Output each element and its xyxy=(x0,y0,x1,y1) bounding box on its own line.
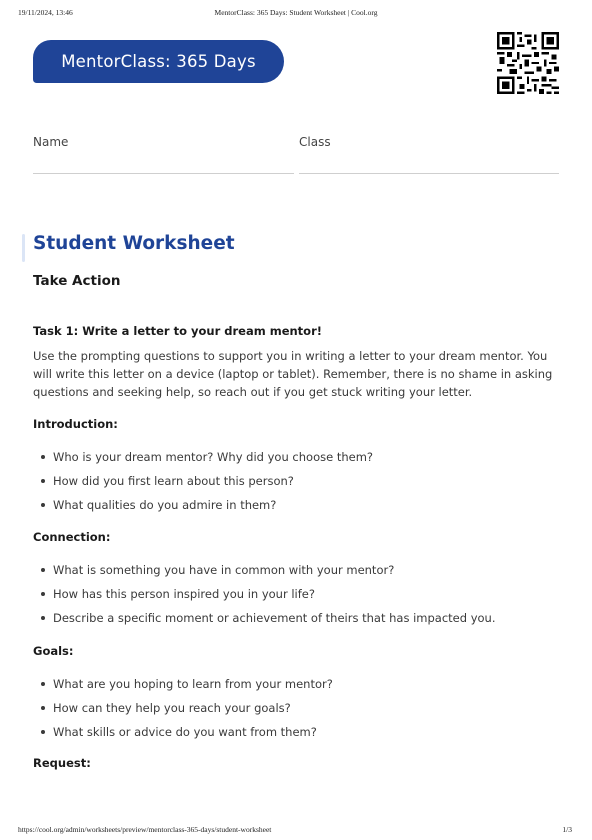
class-field-line[interactable] xyxy=(299,173,559,174)
list-item: Describe a specific moment or achievemen… xyxy=(33,610,559,634)
connection-list: What is something you have in common wit… xyxy=(33,562,559,634)
worksheet-title: Student Worksheet xyxy=(33,233,235,254)
print-header: 19/11/2024, 13:46 MentorClass: 365 Days:… xyxy=(18,8,574,20)
list-item: What are you hoping to learn from your m… xyxy=(33,676,559,700)
worksheet-subtitle: Take Action xyxy=(33,273,121,289)
introduction-list: Who is your dream mentor? Why did you ch… xyxy=(33,449,559,521)
qr-code-icon xyxy=(497,32,559,94)
section-heading-request: Request: xyxy=(33,756,91,770)
section-heading-goals: Goals: xyxy=(33,644,74,658)
list-item: What is something you have in common wit… xyxy=(33,562,559,586)
section-heading-introduction: Introduction: xyxy=(33,417,118,431)
goals-list: What are you hoping to learn from your m… xyxy=(33,676,559,748)
list-item: Who is your dream mentor? Why did you ch… xyxy=(33,449,559,473)
task-description: Use the prompting questions to support y… xyxy=(33,349,553,399)
name-field-label: Name xyxy=(33,135,69,149)
list-item: How did you first learn about this perso… xyxy=(33,473,559,497)
print-doc-title: MentorClass: 365 Days: Student Worksheet… xyxy=(214,8,378,17)
heading-accent-bar xyxy=(22,234,25,262)
print-footer: https://cool.org/admin/worksheets/previe… xyxy=(18,822,574,834)
class-field-label: Class xyxy=(299,135,331,149)
name-field-line[interactable] xyxy=(33,173,294,174)
section-heading-connection: Connection: xyxy=(33,530,111,544)
task-title: Task 1: Write a letter to your dream men… xyxy=(33,324,322,338)
course-banner: MentorClass: 365 Days xyxy=(33,40,284,83)
print-url: https://cool.org/admin/worksheets/previe… xyxy=(18,825,272,834)
list-item: What skills or advice do you want from t… xyxy=(33,724,559,748)
list-item: What qualities do you admire in them? xyxy=(33,497,559,521)
list-item: How has this person inspired you in your… xyxy=(33,586,559,610)
page-number: 1/3 xyxy=(562,825,572,834)
list-item: How can they help you reach your goals? xyxy=(33,700,559,724)
